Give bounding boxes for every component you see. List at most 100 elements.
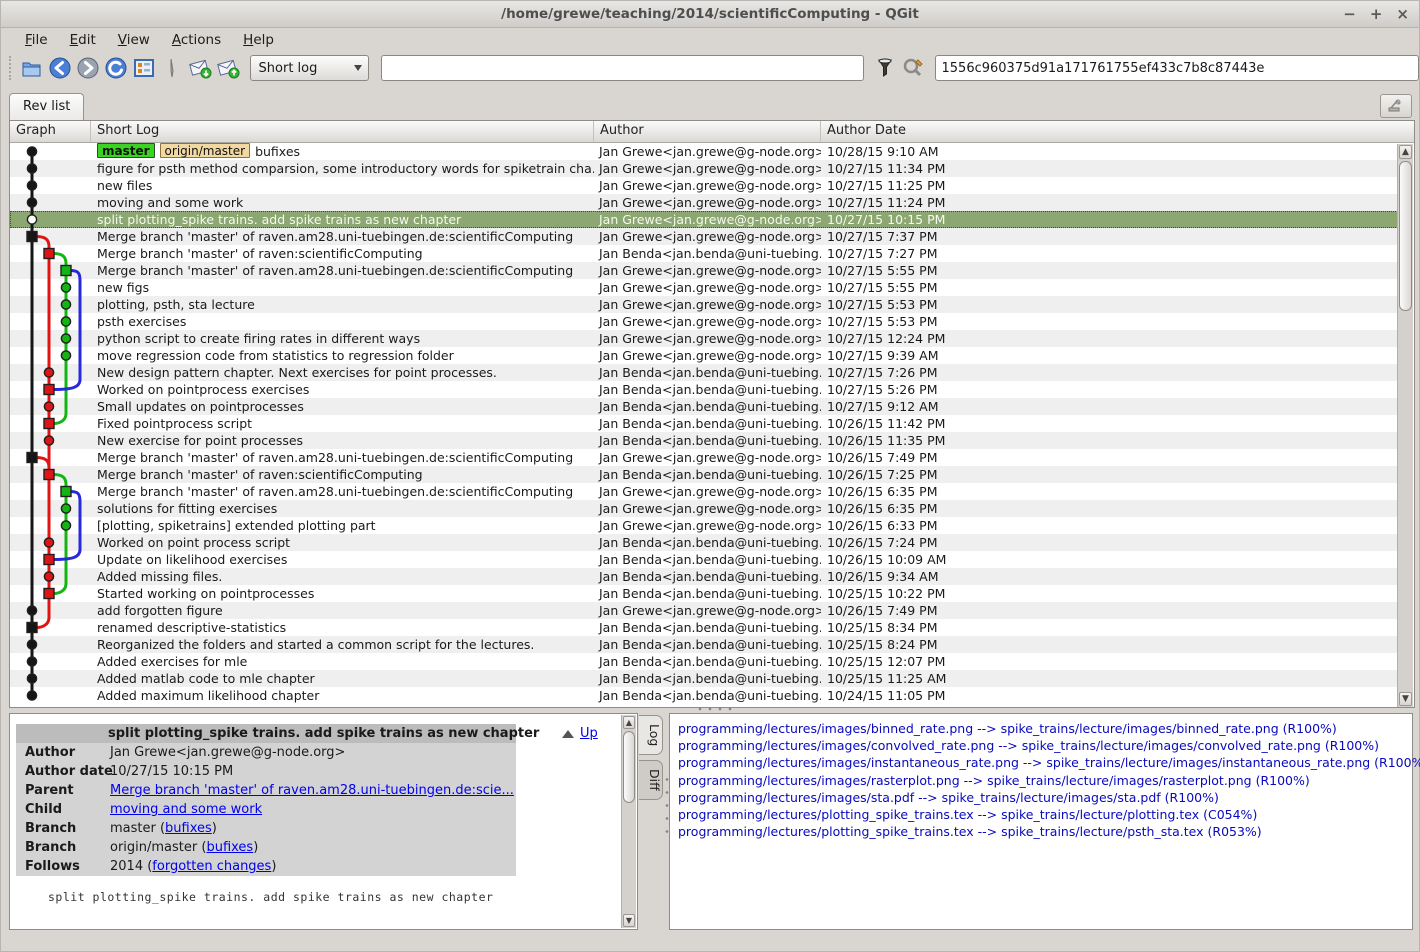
commit-row[interactable]: new filesJan Grewe<jan.grewe@g-node.org>… [10,177,1398,194]
view-list-icon[interactable] [131,55,157,81]
column-header-author-date[interactable]: Author Date [821,121,1398,142]
detail-scroll-down[interactable]: ▼ [623,914,635,927]
commit-row[interactable]: renamed descriptive-statisticsJan Benda<… [10,619,1398,636]
graph-cell [10,636,91,653]
commit-row[interactable]: Merge branch 'master' of raven.am28.uni-… [10,262,1398,279]
commit-row[interactable]: Update on likelihood exercisesJan Benda<… [10,551,1398,568]
detail-link[interactable]: bufixes [165,821,212,836]
author-date-cell: 10/26/15 6:35 PM [821,483,1398,500]
changed-file-line[interactable]: programming/lectures/images/convolved_ra… [678,737,1412,754]
author-cell: Jan Grewe<jan.grewe@g-node.org> [594,143,821,160]
changed-file-line[interactable]: programming/lectures/plotting_spike_trai… [678,823,1412,840]
commit-row[interactable]: Added maximum likelihood chapterJan Bend… [10,687,1398,704]
menu-help[interactable]: Help [233,30,284,50]
close-button[interactable]: × [1396,1,1409,28]
graph-cell [10,568,91,585]
scrollbar-thumb[interactable] [1399,161,1412,311]
detail-link[interactable]: moving and some work [110,802,262,817]
commit-row[interactable]: add forgotten figureJan Grewe<jan.grewe@… [10,602,1398,619]
detail-scroll-up[interactable]: ▲ [623,716,635,729]
tab-rev-list[interactable]: Rev list [9,93,84,120]
detail-label: Follows [16,857,110,876]
side-tab-log[interactable]: Log [639,715,663,755]
commit-row[interactable]: moving and some workJan Grewe<jan.grewe@… [10,194,1398,211]
branch-badge-master: master [97,143,155,158]
detail-link[interactable]: Merge branch 'master' of raven.am28.uni-… [110,783,514,798]
commit-row[interactable]: masterorigin/masterbufixesJan Grewe<jan.… [10,143,1398,160]
forward-icon[interactable] [75,55,101,81]
refresh-icon[interactable] [103,55,129,81]
commit-message: split plotting_spike trains. add spike t… [48,890,493,904]
log-mode-select[interactable]: Short log [250,55,370,81]
commit-row[interactable]: new figsJan Grewe<jan.grewe@g-node.org>1… [10,279,1398,296]
changed-file-line[interactable]: programming/lectures/images/rasterplot.p… [678,772,1412,789]
commit-row[interactable]: Added missing files.Jan Benda<jan.benda@… [10,568,1398,585]
column-header-short-log[interactable]: Short Log [91,121,594,142]
scroll-up-arrow[interactable]: ▲ [1399,145,1412,159]
commit-row[interactable]: Merge branch 'master' of raven:scientifi… [10,245,1398,262]
commit-row[interactable]: Worked on point process scriptJan Benda<… [10,534,1398,551]
commit-row[interactable]: Merge branch 'master' of raven.am28.uni-… [10,449,1398,466]
menu-file[interactable]: File [15,30,58,50]
commit-row[interactable]: New design pattern chapter. Next exercis… [10,364,1398,381]
column-header-author[interactable]: Author [594,121,821,142]
filter-icon[interactable] [872,55,898,81]
commit-row[interactable]: Small updates on pointprocessesJan Benda… [10,398,1398,415]
commit-row[interactable]: Worked on pointprocess exercisesJan Bend… [10,381,1398,398]
maximize-button[interactable]: + [1370,1,1383,28]
graph-cell [10,279,91,296]
search-input[interactable] [381,55,864,81]
commit-row[interactable]: Fixed pointprocess scriptJan Benda<jan.b… [10,415,1398,432]
sha-input[interactable] [935,55,1420,81]
toolbar-toggle-button[interactable] [1380,94,1412,118]
menu-edit[interactable]: Edit [60,30,106,50]
commit-row[interactable]: New exercise for point processesJan Bend… [10,432,1398,449]
back-icon[interactable] [47,55,73,81]
author-date-cell: 10/25/15 10:22 PM [821,585,1398,602]
commit-row[interactable]: split plotting_spike trains. add spike t… [10,211,1398,228]
commit-row[interactable]: Merge branch 'master' of raven:scientifi… [10,466,1398,483]
up-link[interactable]: Up [580,726,598,741]
commit-row[interactable]: Reorganized the folders and started a co… [10,636,1398,653]
commit-row[interactable]: move regression code from statistics to … [10,347,1398,364]
column-header-graph[interactable]: Graph [10,121,91,142]
side-tab-diff[interactable]: Diff [639,760,663,800]
commit-row[interactable]: Started working on pointprocessesJan Ben… [10,585,1398,602]
commit-row[interactable]: Merge branch 'master' of raven.am28.uni-… [10,483,1398,500]
commit-row[interactable]: python script to create firing rates in … [10,330,1398,347]
detail-link[interactable]: bufixes [206,840,253,855]
graph-cell [10,398,91,415]
apply-patch-icon[interactable] [215,55,241,81]
commit-row[interactable]: [plotting, spiketrains] extended plottin… [10,517,1398,534]
commit-row[interactable]: Added exercises for mleJan Benda<jan.ben… [10,653,1398,670]
rev-list-scrollbar[interactable]: ▲ ▼ [1397,144,1413,707]
menu-actions[interactable]: Actions [162,30,231,50]
find-edit-icon[interactable] [900,55,926,81]
toolbar-handle[interactable] [9,56,13,80]
commit-row[interactable]: Merge branch 'master' of raven.am28.uni-… [10,228,1398,245]
detail-scroll-thumb[interactable] [623,731,635,803]
pin-icon[interactable] [159,55,185,81]
changed-file-line[interactable]: programming/lectures/images/sta.pdf --> … [678,789,1412,806]
open-folder-icon[interactable] [19,55,45,81]
short-log-cell: Merge branch 'master' of raven.am28.uni-… [91,262,594,279]
scroll-down-arrow[interactable]: ▼ [1399,692,1412,706]
commit-row[interactable]: plotting, psth, sta lectureJan Grewe<jan… [10,296,1398,313]
detail-scrollbar[interactable]: ▲ ▼ [621,715,636,928]
commit-row[interactable]: Added matlab code to mle chapterJan Bend… [10,670,1398,687]
commit-row[interactable]: psth exercisesJan Grewe<jan.grewe@g-node… [10,313,1398,330]
author-date-cell: 10/27/15 7:26 PM [821,364,1398,381]
save-patch-icon[interactable] [187,55,213,81]
horizontal-splitter[interactable] [695,707,735,711]
menu-view[interactable]: View [108,30,160,50]
short-log-cell: new files [91,177,594,194]
changed-file-line[interactable]: programming/lectures/images/instantaneou… [678,754,1412,771]
short-log-cell: figure for psth method comparsion, some … [91,160,594,177]
detail-link[interactable]: forgotten changes [152,859,271,874]
commit-row[interactable]: figure for psth method comparsion, some … [10,160,1398,177]
graph-cell [10,228,91,245]
changed-file-line[interactable]: programming/lectures/plotting_spike_trai… [678,806,1412,823]
changed-file-line[interactable]: programming/lectures/images/binned_rate.… [678,720,1412,737]
minimize-button[interactable]: − [1343,1,1356,28]
commit-row[interactable]: solutions for fitting exercisesJan Grewe… [10,500,1398,517]
